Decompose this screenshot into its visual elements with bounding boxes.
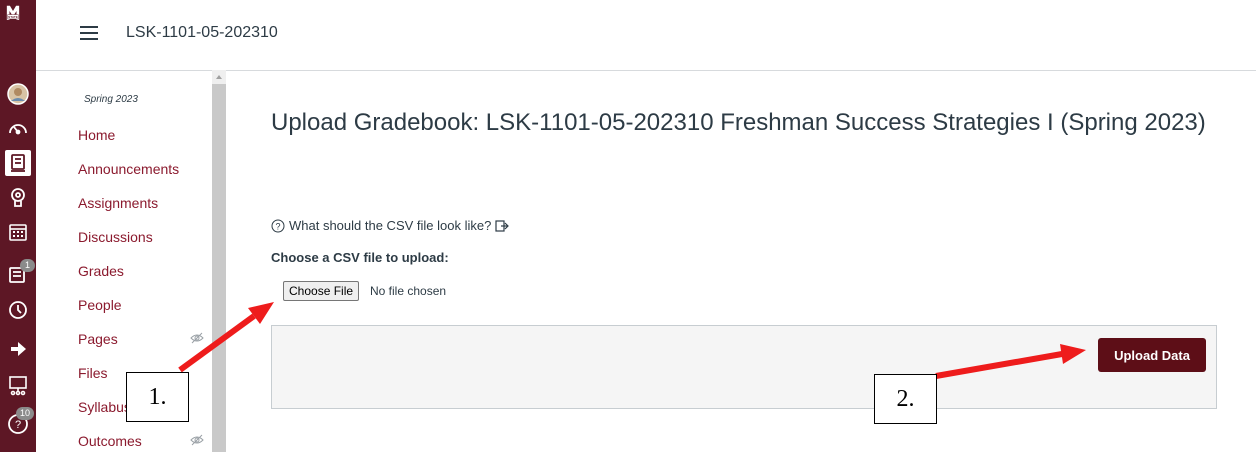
avatar[interactable] <box>5 81 31 107</box>
groups-icon[interactable] <box>5 184 31 210</box>
nav-item-files[interactable]: Files <box>78 365 108 381</box>
breadcrumb[interactable]: LSK-1101-05-202310 <box>126 24 278 42</box>
nav-item-grades[interactable]: Grades <box>78 263 124 279</box>
scroll-up-arrow-icon[interactable] <box>212 70 226 84</box>
svg-text:?: ? <box>275 221 280 231</box>
nav-item-announcements[interactable]: Announcements <box>78 161 179 177</box>
question-icon: ? <box>271 219 285 232</box>
eye-slash-icon <box>190 434 204 446</box>
nav-item-outcomes[interactable]: Outcomes <box>78 433 142 449</box>
logo-text: STATE <box>8 15 18 19</box>
nav-item-people[interactable]: People <box>78 297 122 313</box>
page-title: Upload Gradebook: LSK-1101-05-202310 Fre… <box>271 109 1206 136</box>
calendar-icon[interactable] <box>5 219 31 245</box>
term-label: Spring 2023 <box>84 94 138 105</box>
history-icon[interactable] <box>5 297 31 323</box>
nav-item-syllabus[interactable]: Syllabus <box>78 399 131 415</box>
nav-item-home[interactable]: Home <box>78 127 115 143</box>
studio-icon[interactable] <box>5 372 31 398</box>
csv-help-link[interactable]: ? What should the CSV file look like? <box>271 218 510 233</box>
help-badge: 10 <box>16 407 34 420</box>
form-actions-bar <box>271 325 1217 409</box>
nav-item-pages[interactable]: Pages <box>78 331 118 347</box>
choose-file-label: Choose a CSV file to upload: <box>271 250 449 265</box>
hamburger-menu-icon[interactable] <box>80 26 98 40</box>
eye-slash-icon <box>190 332 204 344</box>
csv-help-text: What should the CSV file look like? <box>289 218 492 233</box>
inbox-badge: 1 <box>20 259 35 272</box>
nav-item-assignments[interactable]: Assignments <box>78 195 158 211</box>
callout-1: 1. <box>126 372 189 422</box>
file-status: No file chosen <box>370 284 447 298</box>
external-link-icon <box>495 219 510 232</box>
dashboard-icon[interactable] <box>5 116 31 142</box>
msu-logo[interactable]: STATE <box>2 4 34 54</box>
course-nav-scrollbar[interactable] <box>212 70 226 452</box>
global-nav: STATE 1 ? 10 <box>0 0 36 452</box>
courses-icon[interactable] <box>5 150 31 176</box>
callout-2: 2. <box>874 374 937 424</box>
nav-item-discussions[interactable]: Discussions <box>78 229 153 245</box>
arrow-1-head <box>248 302 274 324</box>
upload-data-button[interactable]: Upload Data <box>1098 338 1206 372</box>
svg-text:?: ? <box>15 419 21 431</box>
choose-file-button[interactable]: Choose File <box>283 281 360 301</box>
commons-icon[interactable] <box>5 336 31 362</box>
